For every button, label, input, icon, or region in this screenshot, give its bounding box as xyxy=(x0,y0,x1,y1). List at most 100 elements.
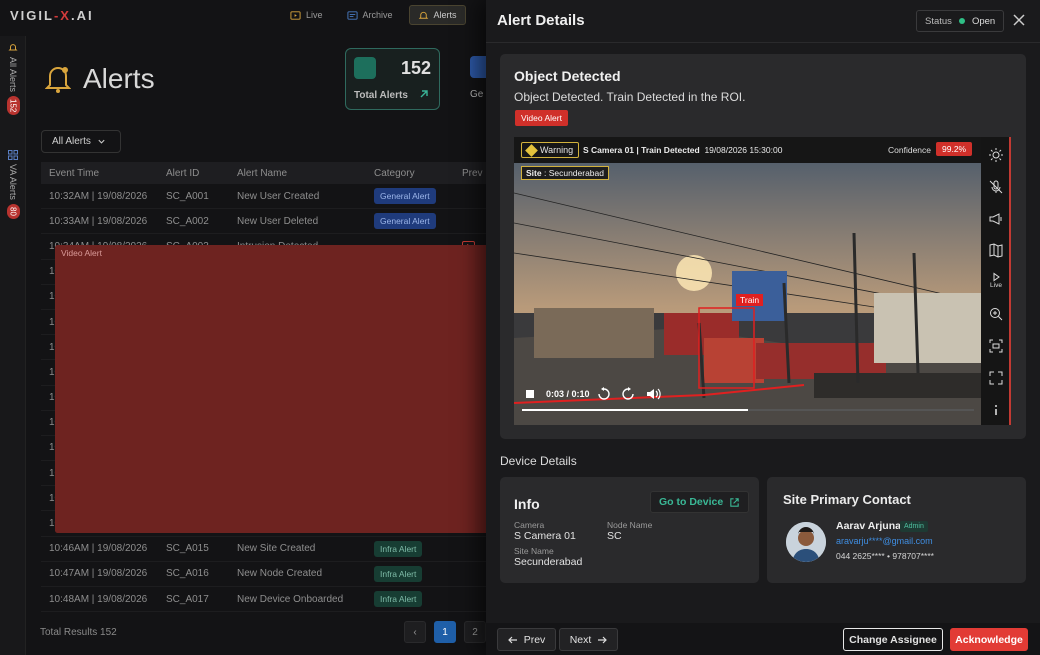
archive-icon xyxy=(346,10,358,20)
col-alert-name[interactable]: Alert Name xyxy=(230,168,367,179)
alert-stat-icon xyxy=(354,57,376,79)
video-progress-bar[interactable] xyxy=(522,409,974,411)
drawer-footer: Prev Next Change Assignee Acknowledge xyxy=(486,623,1040,655)
video-info-bar: Warning S Camera 01 | Train Detected 19/… xyxy=(514,137,981,163)
rail-all-alerts[interactable]: All Alerts 152 xyxy=(2,42,24,116)
category-badge: Infra Alert xyxy=(374,565,423,582)
alerts-app: VIGIL-X.AI Live Archive Alerts All Alert… xyxy=(0,0,1040,655)
brightness-icon[interactable] xyxy=(988,147,1004,163)
col-preview: Prev xyxy=(462,167,483,179)
stat-total-alerts[interactable]: 152 Total Alerts xyxy=(345,48,440,110)
tab-archive[interactable]: Archive xyxy=(339,5,401,25)
acknowledge-button[interactable]: Acknowledge xyxy=(950,628,1028,651)
warning-badge: Warning xyxy=(521,142,580,158)
close-icon[interactable] xyxy=(1012,13,1026,27)
alert-category-badge: Video Alert xyxy=(515,110,568,126)
alert-name-cell: New User Deleted xyxy=(237,215,319,227)
arrow-up-right-icon xyxy=(420,90,428,98)
col-category[interactable]: Category xyxy=(367,168,456,179)
prev-button[interactable]: Prev xyxy=(497,628,556,651)
screenshot-icon[interactable] xyxy=(988,338,1004,354)
alerts-side-rail: All Alerts 152 VA Alerts 80 xyxy=(0,36,26,655)
category-badge: Infra Alert xyxy=(374,591,423,608)
main-nav: Live Archive Alerts xyxy=(282,5,466,25)
node-name-field: Node Name SC xyxy=(607,520,653,542)
alert-name-cell: New Device Onboarded xyxy=(237,593,344,605)
category-cell: General Alert xyxy=(367,213,456,230)
category-cell: Infra Alert xyxy=(367,591,456,608)
contact-phone: 044 2625**** • 978707**** xyxy=(836,551,934,561)
category-badge: General Alert xyxy=(374,213,436,230)
contact-name: Aarav Arjuna xyxy=(836,520,901,532)
info-title: Info xyxy=(514,496,540,512)
page-2-button[interactable]: 2 xyxy=(464,621,486,643)
announcement-icon[interactable] xyxy=(988,211,1004,227)
alert-card: Object Detected Object Detected. Train D… xyxy=(500,54,1026,439)
table-row[interactable]: 10:33AM | 19/08/2026 SC_A002 New User Dele… xyxy=(41,209,486,235)
status-dot xyxy=(958,18,965,24)
alert-id-cell: SC_A017 xyxy=(166,593,209,605)
site-tag: Site : Secunderabad xyxy=(521,166,609,180)
live-button[interactable]: Live xyxy=(988,272,1004,294)
playback-time: 0:03 / 0:10 xyxy=(546,389,590,399)
alert-id-cell: SC_A016 xyxy=(166,568,209,580)
table-row[interactable]: 10:32AM | 19/08/2026 SC_A001 New User Crea… xyxy=(41,184,486,210)
category-cell: General Alert xyxy=(367,188,456,205)
table-row[interactable]: 10:37AM | 19/08/2026SC_A006Fallen Person… xyxy=(41,245,522,533)
forward-10-icon[interactable] xyxy=(620,386,636,402)
camera-info: S Camera 01 | Train Detected 19/08/2026 … xyxy=(583,145,783,155)
bell-icon xyxy=(418,11,428,19)
device-info-card: Info Go to Device Camera S Camera 01 Nod… xyxy=(500,477,759,583)
tab-alerts[interactable]: Alerts xyxy=(408,5,466,25)
event-time-cell: 10:32AM | 19/08/2026 xyxy=(49,190,148,202)
alert-description: Object Detected. Train Detected in the R… xyxy=(514,90,746,104)
prev-page-button[interactable]: ‹ xyxy=(404,621,426,643)
device-details-heading: Device Details xyxy=(500,454,577,468)
tab-live[interactable]: Live xyxy=(282,5,331,25)
col-event-time[interactable]: Event Time xyxy=(41,168,159,179)
mic-off-icon[interactable] xyxy=(988,179,1004,195)
video-player[interactable]: Warning S Camera 01 | Train Detected 19/… xyxy=(514,137,981,425)
col-alert-id[interactable]: Alert ID xyxy=(159,168,230,179)
category-badge: Video Alert xyxy=(55,245,522,533)
table-body: 10:32AM | 19/08/2026 SC_A001 New User Crea… xyxy=(41,184,522,613)
contact-title: Site Primary Contact xyxy=(783,492,911,507)
stop-button[interactable] xyxy=(526,390,534,398)
total-results: Total Results 152 xyxy=(40,627,117,638)
video-controls: 0:03 / 0:10 xyxy=(514,381,981,425)
change-assignee-button[interactable]: Change Assignee xyxy=(843,628,943,651)
rail-va-alerts[interactable]: VA Alerts 80 xyxy=(2,150,24,219)
confidence-value: 99.2% xyxy=(936,142,973,156)
event-time-cell: 10:46AM | 19/08/2026 xyxy=(49,543,148,555)
pagination: ‹ 1 2 xyxy=(404,621,486,643)
page-1-button[interactable]: 1 xyxy=(434,621,456,643)
map-icon[interactable] xyxy=(988,242,1004,258)
alert-id-cell: SC_A001 xyxy=(166,190,209,202)
category-cell: Infra Alert xyxy=(367,540,456,557)
contact-email-link[interactable]: aravarju****@gmail.com xyxy=(836,536,933,546)
role-badge: Admin xyxy=(900,521,928,532)
all-alerts-count-badge: 152 xyxy=(6,96,20,116)
brand-logo: VIGIL-X.AI xyxy=(10,8,94,23)
confidence-label: Confidence xyxy=(888,145,932,155)
volume-icon[interactable] xyxy=(645,386,661,402)
play-icon xyxy=(290,10,301,20)
alerts-filter-dropdown[interactable]: All Alerts xyxy=(41,130,121,153)
site-contact-card: Site Primary Contact Aarav Arjuna Admin … xyxy=(767,477,1026,583)
rewind-10-icon[interactable] xyxy=(596,386,612,402)
alert-id-cell: SC_A015 xyxy=(166,543,209,555)
category-cell: Infra Alert xyxy=(367,565,456,582)
info-icon[interactable] xyxy=(988,402,1004,418)
next-button[interactable]: Next xyxy=(559,628,618,651)
table-row[interactable]: 10:46AM | 19/08/2026 SC_A015 New Site Crea… xyxy=(41,537,486,562)
alert-name-cell: New Site Created xyxy=(237,543,316,555)
go-to-device-button[interactable]: Go to Device xyxy=(650,491,750,513)
alert-name-cell: New User Created xyxy=(237,190,320,202)
event-time-cell: 10:47AM | 19/08/2026 xyxy=(49,568,148,580)
table-row[interactable]: 10:48AM | 19/08/2026 SC_A017 New Device On… xyxy=(41,587,486,613)
camera-field: Camera S Camera 01 xyxy=(514,520,576,542)
table-row[interactable]: 10:47AM | 19/08/2026 SC_A016 New Node Crea… xyxy=(41,562,486,587)
fullscreen-icon[interactable] xyxy=(988,370,1004,386)
zoom-in-icon[interactable] xyxy=(988,306,1004,322)
status-dropdown[interactable]: Status Open xyxy=(916,10,1005,32)
